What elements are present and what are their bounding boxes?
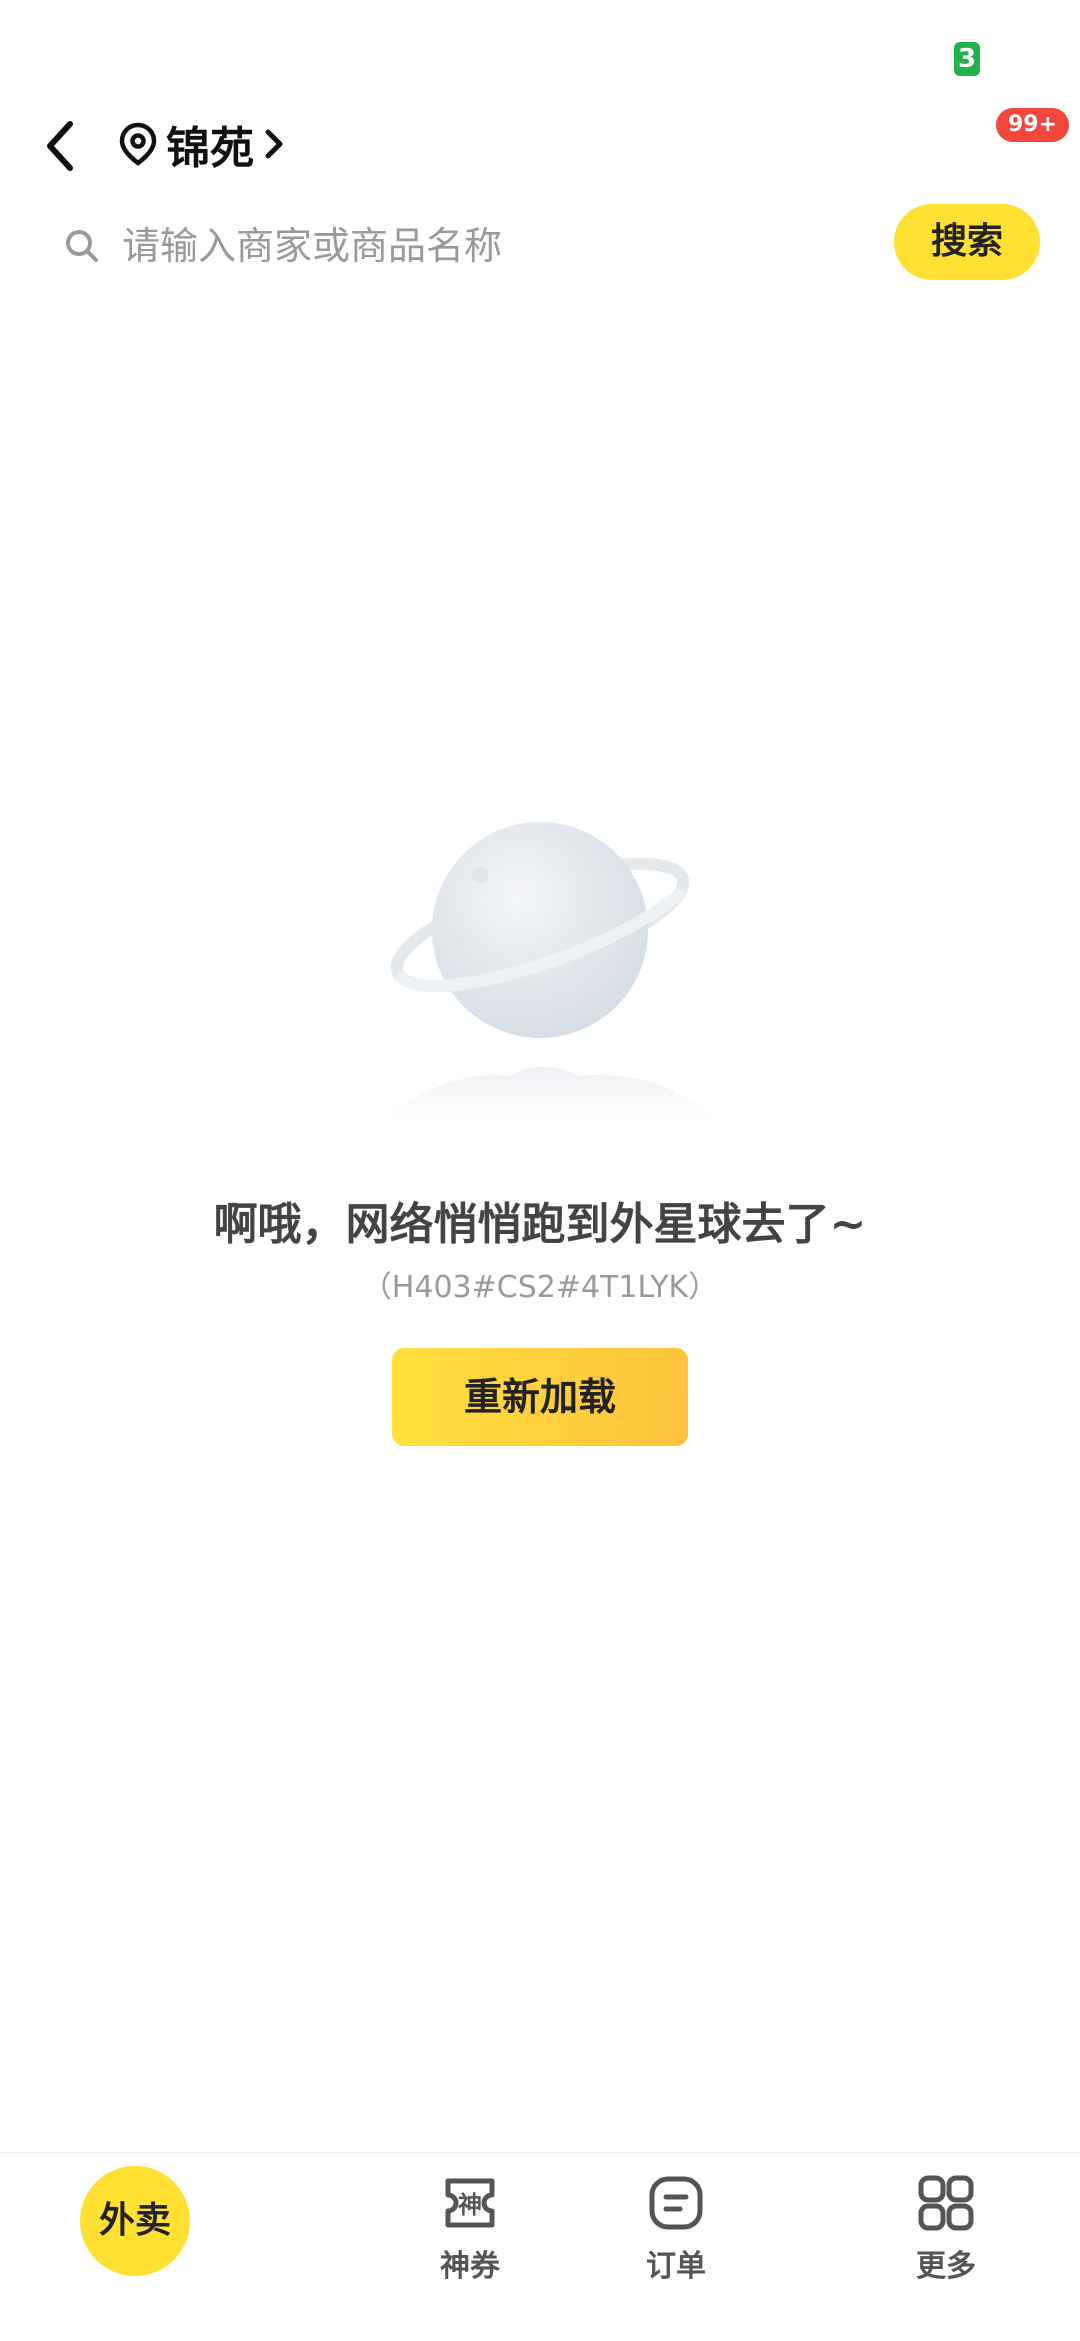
error-code: （H403#CS2#4T1LYK） (361, 1270, 719, 1305)
back-button[interactable] (40, 118, 84, 174)
nav-label-order: 订单 (646, 2249, 706, 2284)
nav-item-more[interactable]: 更多 (846, 2153, 1046, 2341)
nav-label-coupon: 神券 (440, 2249, 500, 2284)
coupon-icon: 神 (445, 2178, 495, 2228)
chevron-right-icon (265, 129, 283, 159)
planet-illustration (380, 822, 720, 1120)
nav-item-order[interactable]: 订单 (576, 2153, 776, 2341)
error-title: 啊哦，网络悄悄跑到外星球去了~ (213, 1199, 867, 1250)
location-selector[interactable]: 锦苑 (118, 112, 286, 176)
location-pin-icon (119, 122, 157, 166)
message-count-badge[interactable]: 99+ (996, 108, 1070, 142)
reload-button[interactable]: 重新加载 (392, 1348, 688, 1446)
status-notification-badge: 3 (954, 42, 980, 76)
nav-item-coupon[interactable]: 神 神券 (370, 2153, 570, 2341)
search-button[interactable]: 搜索 (894, 204, 1040, 280)
search-input[interactable] (120, 223, 824, 269)
search-icon (66, 230, 98, 262)
search-box[interactable] (40, 208, 880, 284)
grid-icon (918, 2175, 974, 2231)
order-icon (649, 2176, 703, 2230)
nav-label-takeout: 外卖 (98, 2200, 171, 2241)
nav-item-takeout[interactable]: 外卖 (80, 2166, 190, 2276)
svg-text:神: 神 (458, 2191, 482, 2219)
nav-label-more: 更多 (916, 2249, 976, 2284)
location-name: 锦苑 (166, 123, 254, 174)
back-arrow-icon (47, 121, 73, 171)
